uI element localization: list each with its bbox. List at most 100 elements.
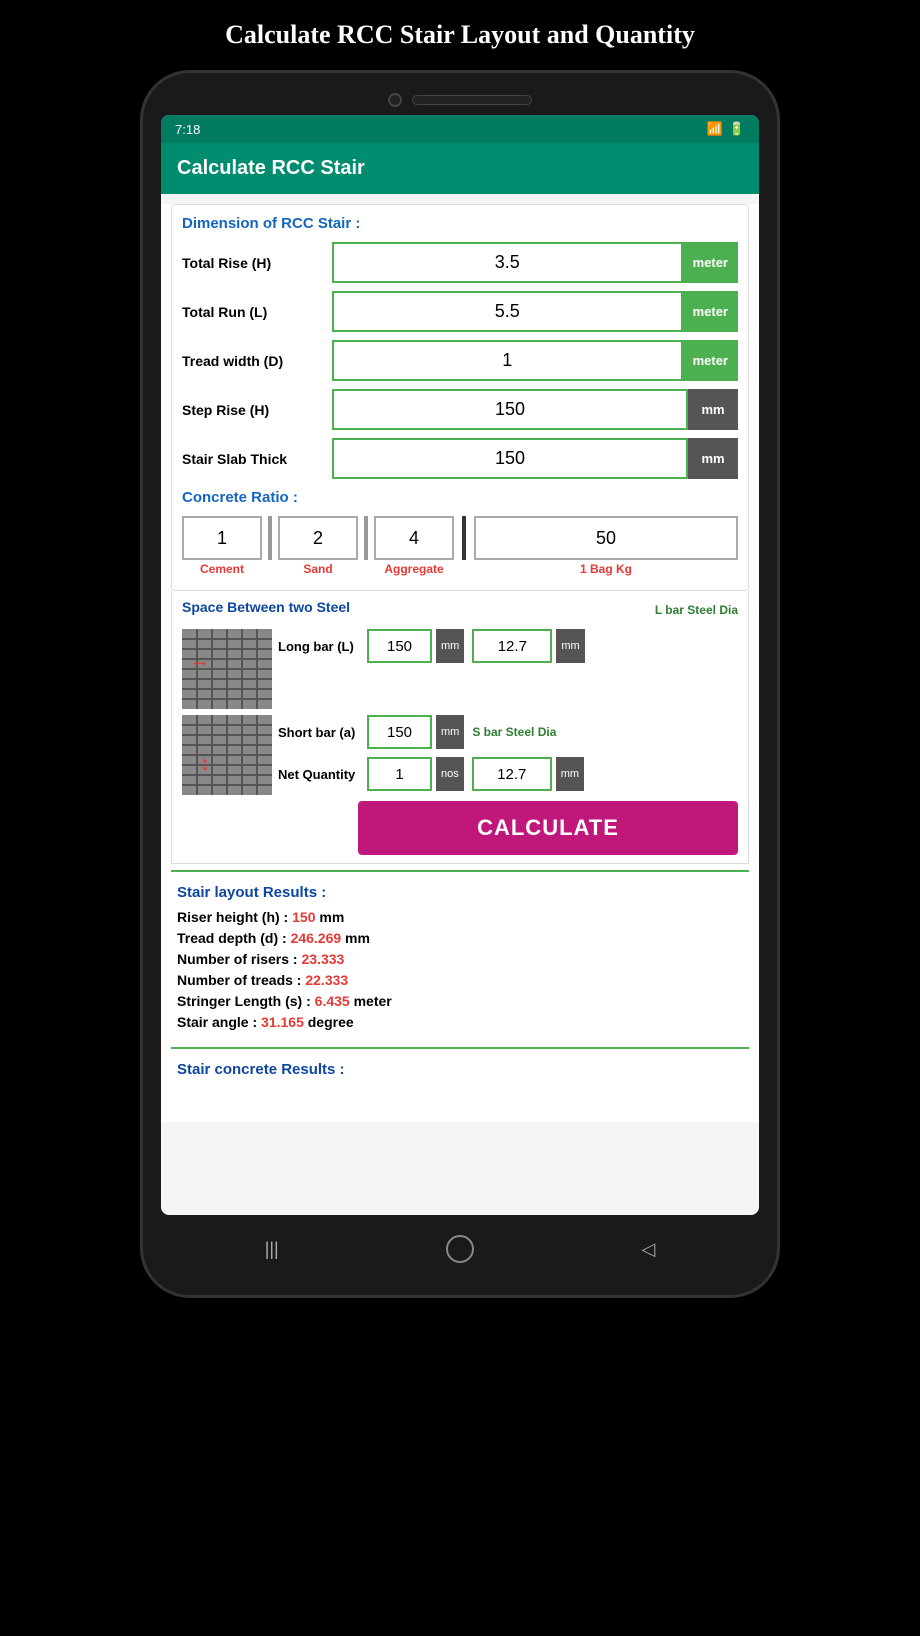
result-stringer-length: Stringer Length (s) : 6.435 meter: [177, 993, 743, 1009]
total-rise-unit: meter: [683, 242, 738, 283]
total-run-row: Total Run (L) meter: [182, 291, 738, 332]
short-bar-unit: mm: [436, 715, 464, 749]
aggregate-input[interactable]: [374, 516, 454, 560]
svg-text:↕: ↕: [200, 753, 210, 775]
nav-home-icon[interactable]: [446, 1235, 474, 1263]
concrete-ratio-title: Concrete Ratio :: [182, 489, 738, 506]
net-qty-row: Net Quantity nos mm: [278, 757, 738, 791]
tread-width-input-group: meter: [332, 340, 738, 381]
total-rise-input[interactable]: [332, 242, 683, 283]
slab-thick-input[interactable]: [332, 438, 688, 479]
page-title-text: Calculate RCC Stair Layout and Quantity: [225, 20, 695, 50]
status-icons: 📶 🔋: [707, 121, 745, 137]
step-rise-label: Step Rise (H): [182, 402, 332, 418]
concrete-results-placeholder: [177, 1086, 743, 1116]
ratio-divider-2: [364, 516, 368, 560]
long-bar-unit: mm: [436, 629, 464, 663]
layout-results-title: Stair layout Results :: [177, 884, 743, 901]
battery-icon: 🔋: [729, 121, 745, 137]
slab-thick-input-group: mm: [332, 438, 738, 479]
result-tread-value: 246.269: [291, 930, 342, 946]
phone-bottom-nav: ||| ◁: [161, 1223, 759, 1275]
total-rise-label: Total Rise (H): [182, 255, 332, 271]
calculate-button[interactable]: CALCULATE: [358, 801, 738, 855]
steel-section: Space Between two Steel L bar Steel Dia: [171, 591, 749, 864]
signal-icon: 📶: [707, 121, 723, 137]
slab-thick-row: Stair Slab Thick mm: [182, 438, 738, 479]
result-num-risers: Number of risers : 23.333: [177, 951, 743, 967]
nav-menu-icon[interactable]: |||: [265, 1239, 279, 1260]
concrete-ratio-row: Cement Sand Aggregate 1 Ba: [182, 516, 738, 576]
result-riser-height: Riser height (h) : 150 mm: [177, 909, 743, 925]
sbar-dia-label: S bar Steel Dia: [472, 725, 556, 739]
cement-wrap: Cement: [182, 516, 262, 576]
aggregate-label: Aggregate: [384, 562, 443, 576]
result-risers-label: Number of risers :: [177, 951, 301, 967]
results-divider: [171, 870, 749, 872]
short-bar-inputs: Short bar (a) mm S bar Steel Dia Net Qua…: [278, 715, 738, 791]
tread-width-row: Tread width (D) meter: [182, 340, 738, 381]
tread-width-input[interactable]: [332, 340, 683, 381]
result-stringer-value: 6.435: [315, 993, 350, 1009]
total-run-input[interactable]: [332, 291, 683, 332]
net-qty-unit: nos: [436, 757, 464, 791]
net-qty-dia-unit: mm: [556, 757, 584, 791]
sand-wrap: Sand: [278, 516, 358, 576]
app-header-title: Calculate RCC Stair: [177, 157, 365, 179]
step-rise-input[interactable]: [332, 389, 688, 430]
svg-text:↔: ↔: [190, 650, 210, 672]
total-run-label: Total Run (L): [182, 304, 332, 320]
nav-back-icon[interactable]: ◁: [641, 1239, 655, 1260]
speaker: [412, 95, 532, 105]
bag-label: 1 Bag Kg: [580, 562, 632, 576]
result-treads-value: 22.333: [305, 972, 348, 988]
long-bar-section: ↔ Long bar (L) mm mm: [182, 629, 738, 709]
step-rise-row: Step Rise (H) mm: [182, 389, 738, 430]
bag-input[interactable]: [474, 516, 738, 560]
sbar-dia-label-row: Short bar (a) mm S bar Steel Dia: [278, 715, 738, 749]
dimension-section: Dimension of RCC Stair : Total Rise (H) …: [171, 204, 749, 591]
net-qty-label: Net Quantity: [278, 767, 363, 782]
phone-frame: 7:18 📶 🔋 Calculate RCC Stair Dimension o…: [140, 70, 780, 1298]
sand-label: Sand: [303, 562, 332, 576]
net-qty-input[interactable]: [367, 757, 432, 791]
short-bar-input[interactable]: [367, 715, 432, 749]
result-stringer-unit: meter: [350, 993, 392, 1009]
concrete-results-title: Stair concrete Results :: [177, 1061, 743, 1078]
long-bar-dia-input[interactable]: [472, 629, 552, 663]
result-stringer-label: Stringer Length (s) :: [177, 993, 315, 1009]
sand-input[interactable]: [278, 516, 358, 560]
result-tread-depth: Tread depth (d) : 246.269 mm: [177, 930, 743, 946]
aggregate-wrap: Aggregate: [374, 516, 454, 576]
app-content: Dimension of RCC Stair : Total Rise (H) …: [161, 204, 759, 1122]
step-rise-unit: mm: [688, 389, 738, 430]
steel-section-title: Space Between two Steel: [182, 599, 350, 615]
cement-input[interactable]: [182, 516, 262, 560]
calc-btn-container: CALCULATE: [182, 801, 738, 855]
result-riser-unit: mm: [315, 909, 344, 925]
net-qty-dia-input[interactable]: [472, 757, 552, 791]
long-bar-dia-unit: mm: [556, 629, 584, 663]
long-bar-input[interactable]: [367, 629, 432, 663]
result-stair-angle: Stair angle : 31.165 degree: [177, 1014, 743, 1030]
phone-top: [161, 93, 759, 107]
result-risers-value: 23.333: [301, 951, 344, 967]
result-angle-unit: degree: [304, 1014, 354, 1030]
slab-thick-label: Stair Slab Thick: [182, 451, 332, 467]
result-tread-unit: mm: [341, 930, 370, 946]
phone-screen: 7:18 📶 🔋 Calculate RCC Stair Dimension o…: [161, 115, 759, 1215]
total-run-unit: meter: [683, 291, 738, 332]
total-rise-row: Total Rise (H) meter: [182, 242, 738, 283]
app-header: Calculate RCC Stair: [161, 143, 759, 194]
long-bar-inputs: Long bar (L) mm mm: [278, 629, 738, 663]
concrete-results-section: Stair concrete Results :: [161, 1055, 759, 1122]
cement-label: Cement: [200, 562, 244, 576]
steel-net-image-short: ↕: [182, 715, 272, 795]
slab-thick-unit: mm: [688, 438, 738, 479]
result-riser-value: 150: [292, 909, 315, 925]
result-treads-label: Number of treads :: [177, 972, 305, 988]
status-bar: 7:18 📶 🔋: [161, 115, 759, 143]
tread-width-label: Tread width (D): [182, 353, 332, 369]
layout-results-section: Stair layout Results : Riser height (h) …: [161, 878, 759, 1041]
ratio-divider-1: [268, 516, 272, 560]
